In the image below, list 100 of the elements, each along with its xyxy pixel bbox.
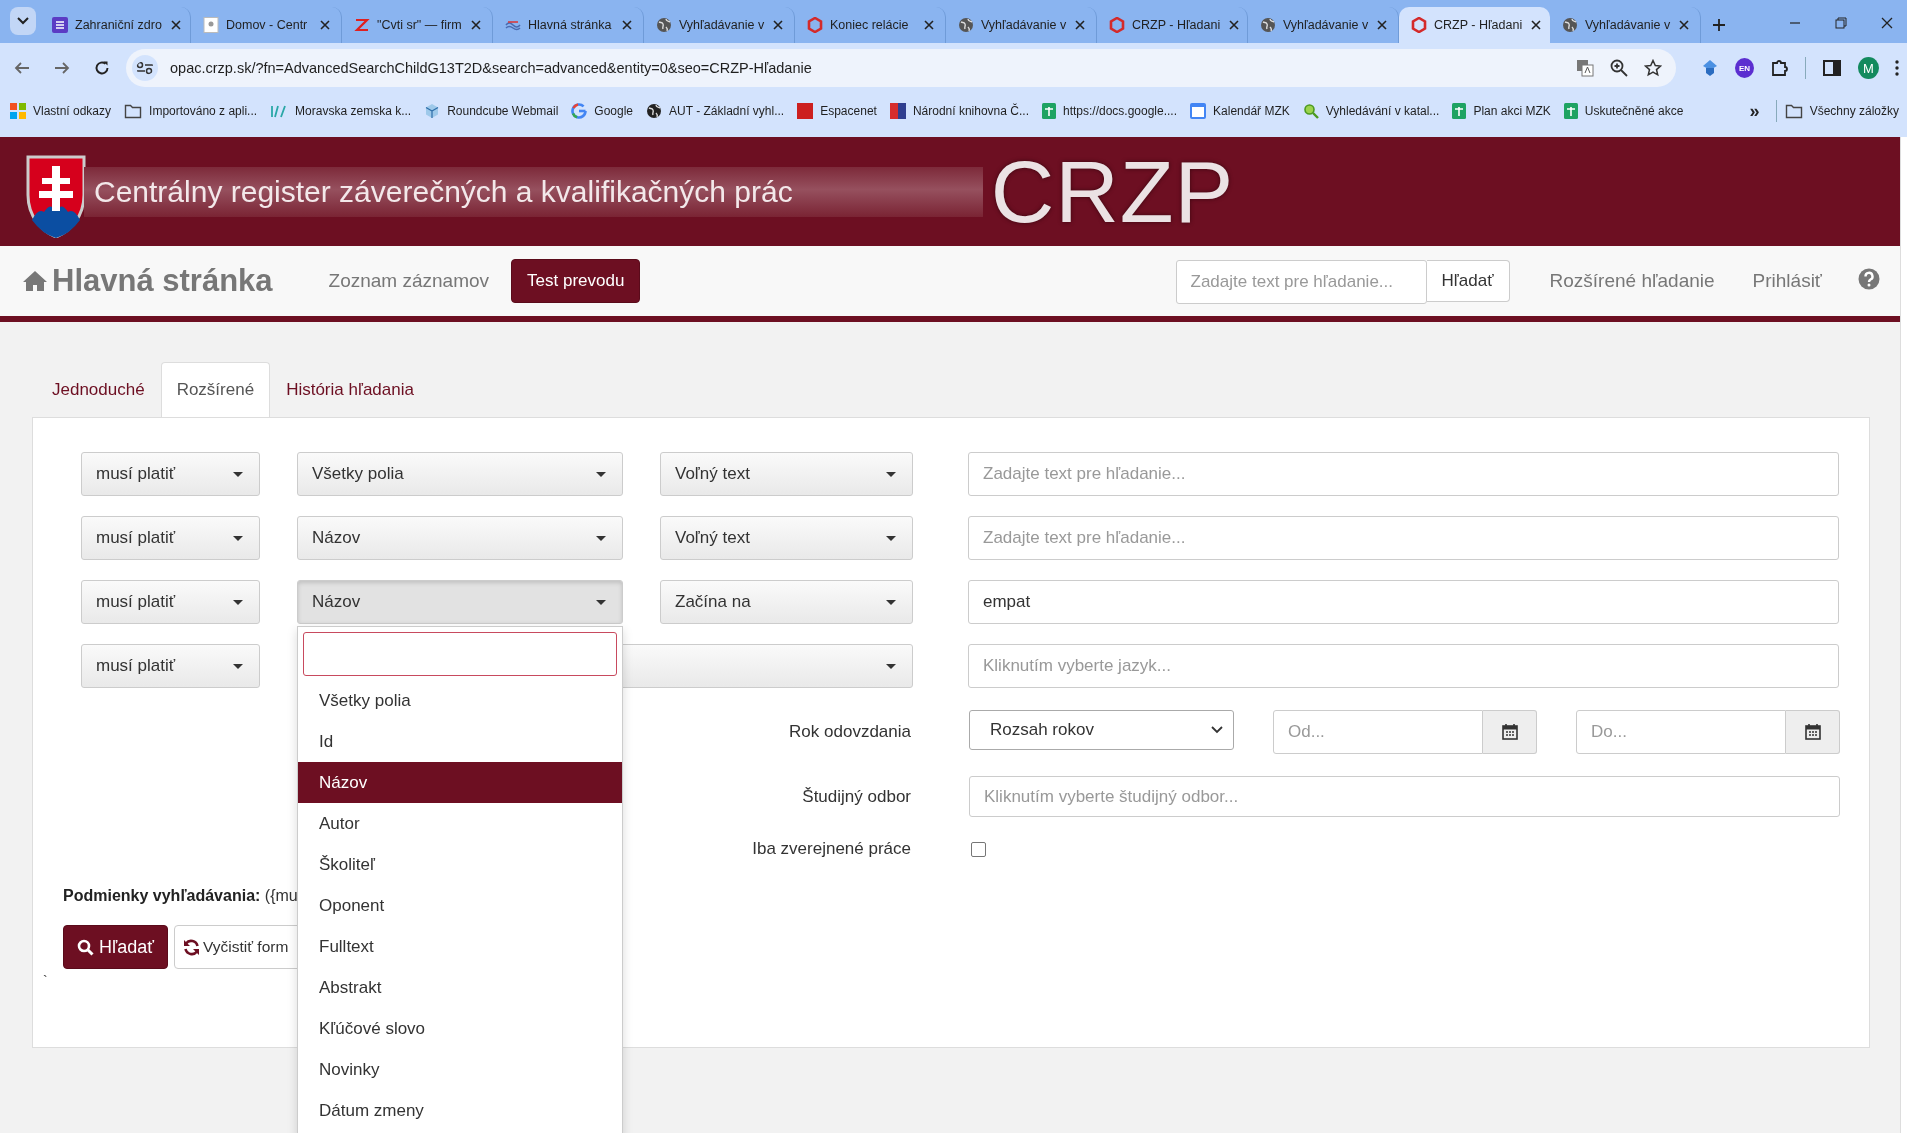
bookmark[interactable]: AUT - Základní vyhl... — [646, 103, 785, 119]
close-icon[interactable] — [1529, 18, 1544, 32]
match-select[interactable]: Začína na — [660, 580, 913, 624]
close-icon[interactable] — [1881, 17, 1893, 29]
tiles-icon — [10, 103, 26, 119]
nav-link[interactable]: Zoznam záznamov — [328, 270, 490, 292]
bookmark[interactable]: Národní knihovna Č... — [889, 103, 1029, 119]
dropdown-option[interactable]: Dátum zmeny — [298, 1090, 622, 1131]
back-icon[interactable] — [14, 60, 30, 76]
tab-search-button[interactable] — [10, 7, 36, 35]
calendar-button[interactable] — [1483, 710, 1537, 754]
year-range-select[interactable]: Rozsah rokov — [969, 710, 1234, 750]
coat-of-arms-icon — [24, 153, 88, 238]
bookmark[interactable]: Google — [571, 103, 634, 119]
help-icon[interactable] — [1858, 268, 1880, 290]
more-menu-icon[interactable] — [1895, 60, 1899, 76]
field-select[interactable]: Názov — [297, 516, 623, 560]
dropdown-option[interactable]: Novinky — [298, 1049, 622, 1090]
site-title: Centrálny register záverečných a kvalifikačných prác — [84, 166, 983, 217]
condition-select[interactable]: musí platiť — [81, 452, 260, 496]
magnifier-icon — [1302, 103, 1319, 119]
home-link[interactable]: Hlavná stránka — [22, 263, 273, 299]
translate-icon[interactable] — [1576, 59, 1594, 77]
dropdown-option[interactable]: Oponent — [298, 885, 622, 926]
test-button[interactable]: Test prevodu — [511, 259, 641, 303]
dropdown-search-field[interactable] — [303, 632, 617, 676]
text-field[interactable]: Kliknutím vyberte jazyk... — [968, 644, 1839, 688]
bookmark[interactable]: Importováno z apli... — [124, 103, 258, 119]
bookmark[interactable]: https://docs.google.... — [1041, 103, 1178, 119]
zoom-icon[interactable] — [1610, 59, 1628, 77]
search-tab[interactable]: História hľadania — [270, 362, 430, 417]
chevron-down-icon — [1211, 726, 1223, 734]
extension-icon[interactable] — [1701, 59, 1719, 77]
close-icon[interactable] — [771, 18, 786, 32]
match-select[interactable]: Voľný text — [660, 452, 913, 496]
side-panel-icon[interactable] — [1823, 60, 1841, 76]
extension-badge[interactable]: EN — [1735, 58, 1755, 78]
bookmark[interactable]: Plan akci MZK — [1452, 103, 1551, 119]
restore-icon[interactable] — [1835, 17, 1847, 29]
text-field[interactable]: Zadajte text pre hľadanie... — [968, 516, 1839, 560]
profile-avatar[interactable]: M — [1858, 57, 1879, 79]
text-field[interactable]: Kliknutím vyberte študijný odbor... — [969, 776, 1840, 817]
close-icon[interactable] — [168, 18, 183, 32]
reload-icon[interactable] — [94, 60, 110, 76]
bookmark[interactable]: Espacenet — [797, 103, 877, 119]
close-icon[interactable] — [469, 18, 483, 32]
hexagon-icon — [807, 17, 823, 33]
bookmark[interactable]: Vlastní odkazy — [10, 103, 112, 119]
field-select[interactable]: Názov — [297, 580, 623, 624]
caret-icon — [233, 663, 243, 669]
dropdown-option[interactable]: Školiteľ — [298, 844, 622, 885]
text-field[interactable]: Zadajte text pre hľadanie... — [968, 452, 1839, 496]
nav-link[interactable]: Rozšírené hľadanie — [1549, 270, 1715, 292]
caret-icon — [596, 535, 606, 541]
nav-link[interactable]: Prihlásiť — [1752, 270, 1822, 292]
dropdown-option[interactable]: Abstrakt — [298, 967, 622, 1008]
address-bar[interactable]: opac.crzp.sk/?fn=AdvancedSearchChildG13T2D&search=advanced&entity=0&seo=CRZP-Hľadanie — [126, 49, 1676, 87]
search-tab[interactable]: Jednoduché — [36, 362, 161, 417]
forward-icon[interactable] — [54, 60, 70, 76]
folder-icon — [1784, 103, 1803, 119]
bookmark[interactable]: Vyhledávání v katal... — [1302, 103, 1440, 119]
dropdown-option[interactable]: Id — [298, 721, 622, 762]
bookmark[interactable]: Všechny záložky — [1784, 103, 1899, 119]
bookmark[interactable]: Kalendář MZK — [1190, 103, 1290, 119]
dropdown-option[interactable]: Názov — [298, 762, 622, 803]
search-field[interactable]: Zadajte text pre hľadanie... — [1175, 260, 1427, 304]
browser-tab[interactable]: CRZP - Hľadani — [1399, 7, 1550, 43]
close-icon[interactable] — [1227, 18, 1242, 32]
close-icon[interactable] — [1073, 18, 1088, 32]
field-select[interactable]: Všetky polia — [297, 452, 623, 496]
match-select[interactable]: Voľný text — [660, 516, 913, 560]
sheet-icon — [1563, 103, 1578, 119]
calendar-button[interactable] — [1786, 710, 1840, 754]
date-field[interactable]: Od... — [1273, 710, 1483, 754]
more-bookmarks-button[interactable]: » — [1749, 100, 1760, 122]
dropdown-option[interactable]: Autor — [298, 803, 622, 844]
new-tab-icon[interactable] — [1711, 17, 1727, 33]
bookmark[interactable]: Uskutečněné akce — [1563, 103, 1684, 119]
condition-select[interactable]: musí platiť — [81, 580, 260, 624]
search-button[interactable]: Hľadať — [63, 925, 169, 969]
date-field[interactable]: Do... — [1576, 710, 1786, 754]
search-tab[interactable]: Rozšírené — [160, 362, 271, 417]
search-button[interactable]: Hľadať — [1426, 260, 1510, 302]
bookmark[interactable]: Moravska zemska k... — [270, 103, 412, 119]
condition-select[interactable]: musí platiť — [81, 516, 260, 560]
site-logo-text: CRZP — [990, 140, 1235, 243]
close-icon[interactable] — [1677, 18, 1692, 32]
checkbox[interactable] — [971, 841, 986, 857]
close-icon[interactable] — [318, 18, 332, 32]
close-icon[interactable] — [620, 18, 634, 32]
condition-select[interactable]: musí platiť — [81, 644, 260, 688]
bookmark[interactable]: Roundcube Webmail — [424, 103, 559, 119]
dropdown-option[interactable]: Všetky polia — [298, 680, 622, 721]
dropdown-option[interactable]: Kľúčové slovo — [298, 1008, 622, 1049]
site-info-icon[interactable] — [132, 55, 158, 81]
close-icon[interactable] — [922, 18, 936, 32]
text-field[interactable]: empat — [968, 580, 1839, 624]
puzzle-icon[interactable] — [1770, 59, 1789, 77]
close-icon[interactable] — [1375, 18, 1390, 32]
star-icon[interactable] — [1644, 59, 1662, 77]
